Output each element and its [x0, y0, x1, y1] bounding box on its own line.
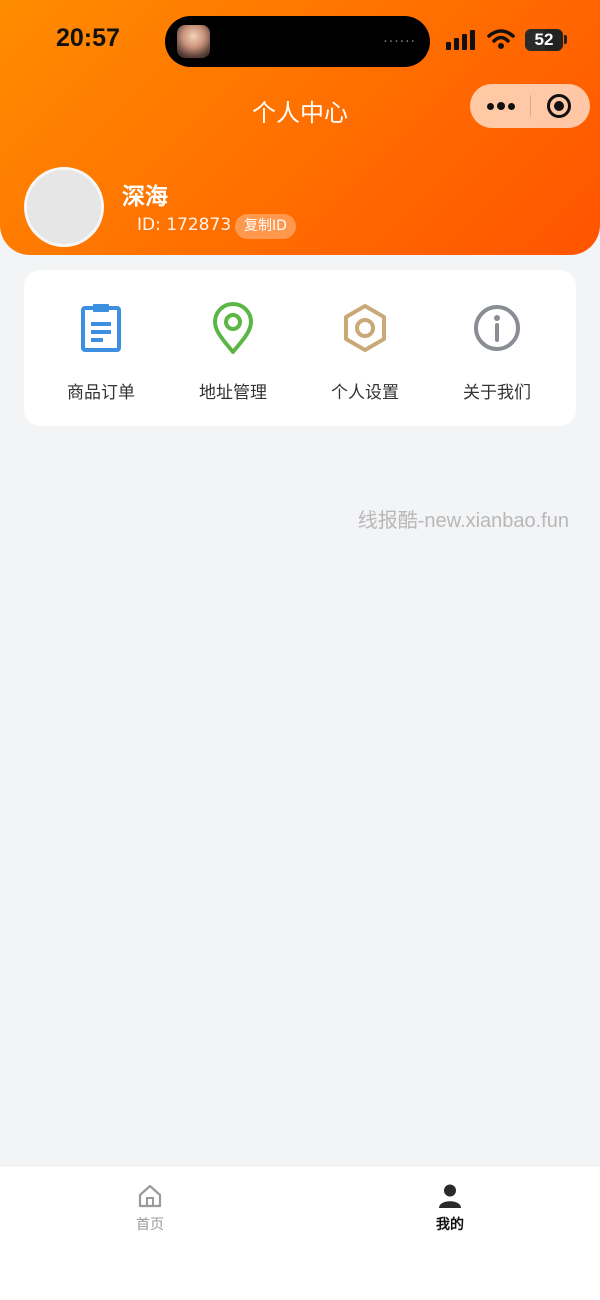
- menu-label-about: 关于我们: [463, 383, 531, 403]
- person-icon: [439, 1184, 461, 1208]
- hexagon-settings-icon: [344, 304, 386, 352]
- battery-nub: [564, 35, 567, 44]
- more-button[interactable]: [470, 84, 530, 128]
- capsule-divider: [530, 95, 531, 117]
- menu-item-about[interactable]: 关于我们: [428, 270, 566, 426]
- dynamic-island: ......: [165, 16, 430, 67]
- avatar[interactable]: [24, 167, 104, 247]
- menu-item-settings[interactable]: 个人设置: [296, 270, 434, 426]
- info-icon: [474, 305, 520, 351]
- tab-mine[interactable]: 我的: [400, 1182, 500, 1242]
- clipboard-icon: [81, 304, 121, 352]
- battery-level: 52: [534, 30, 554, 49]
- watermark: 线报酷-new.xianbao.fun: [357, 510, 569, 532]
- menu-label-address: 地址管理: [199, 383, 267, 403]
- tab-mine-label: 我的: [436, 1217, 464, 1233]
- location-pin-icon: [213, 302, 253, 354]
- wifi-icon: [487, 29, 515, 49]
- menu-label-orders: 商品订单: [67, 383, 135, 403]
- profile-header: 20:57 ...... 52 个人中心 深海 ID: 172873 复制ID: [0, 0, 600, 255]
- home-icon: [138, 1184, 162, 1208]
- close-mini-program-button[interactable]: [547, 94, 571, 118]
- username: 深海: [122, 184, 168, 210]
- tab-home-label: 首页: [136, 1217, 164, 1233]
- island-avatar-image: [177, 25, 210, 58]
- signal-icon: [446, 30, 476, 50]
- menu-item-orders[interactable]: 商品订单: [32, 270, 170, 426]
- battery-icon: 52: [525, 29, 563, 51]
- function-menu: 商品订单 地址管理 个人设置 关于我们: [24, 270, 576, 426]
- user-id: ID: 172873: [137, 215, 232, 235]
- tab-home[interactable]: 首页: [100, 1182, 200, 1242]
- copy-id-button[interactable]: 复制ID: [235, 214, 296, 239]
- island-dots: ......: [383, 30, 416, 46]
- menu-label-settings: 个人设置: [331, 383, 399, 403]
- menu-item-address[interactable]: 地址管理: [164, 270, 302, 426]
- status-time: 20:57: [56, 24, 120, 52]
- mini-program-capsule: [470, 84, 590, 128]
- tab-bar: 首页 我的: [0, 1165, 600, 1300]
